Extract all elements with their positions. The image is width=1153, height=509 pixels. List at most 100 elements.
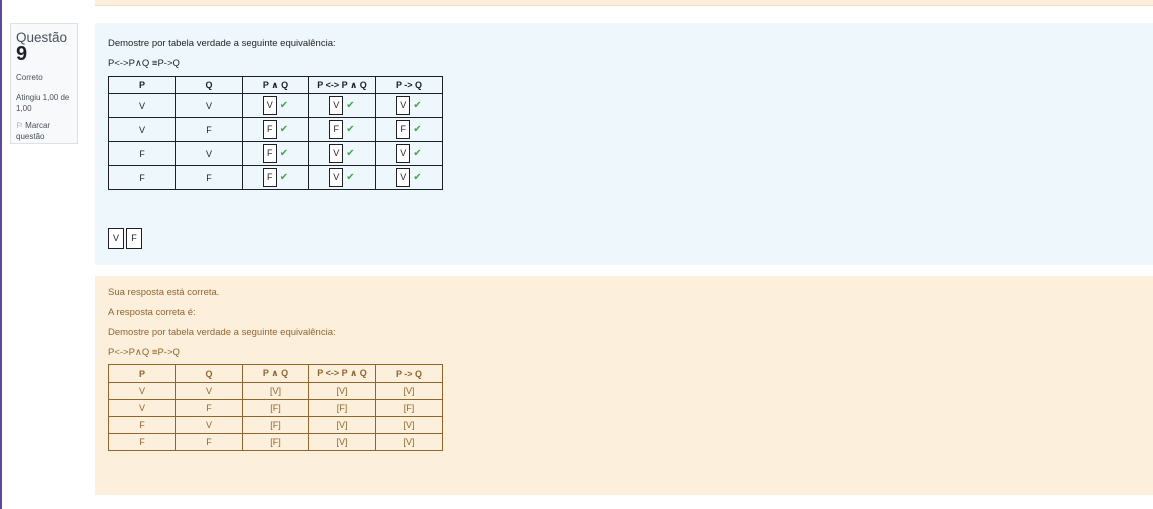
cell-implication: V ✔ [375, 165, 443, 190]
check-icon: ✔ [413, 100, 422, 111]
table-row: F V [F] [V] [V] [108, 416, 443, 434]
cell-implication: F ✔ [375, 117, 443, 142]
table-row: F F F ✔ V ✔ V ✔ [108, 165, 443, 190]
drag-item-f[interactable]: F [126, 228, 142, 249]
check-icon: ✔ [413, 148, 422, 159]
drop-box[interactable]: F [262, 144, 277, 163]
cell-p: V [108, 399, 176, 417]
cell-p: F [108, 433, 176, 451]
check-icon: ✔ [279, 148, 289, 159]
cell-q: F [175, 433, 243, 451]
cell-implication: V ✔ [375, 93, 443, 118]
correct-message: Sua resposta está correta. [108, 287, 220, 298]
drop-box[interactable]: V [329, 144, 344, 163]
drop-box[interactable]: V [329, 168, 344, 187]
drop-box[interactable]: F [262, 168, 277, 187]
left-accent-bar [0, 0, 2, 509]
header-implication: P -> Q [375, 76, 443, 94]
cell-p: V [108, 382, 176, 400]
table-row: V F F ✔ F ✔ F ✔ [108, 117, 443, 142]
cell-p-and-q: F ✔ [242, 141, 309, 166]
cell-p-and-q: [F] [242, 399, 309, 417]
flag-icon: ⚐ [16, 121, 24, 130]
truth-table-header-row: P Q P ∧ Q P <-> P ∧ Q P -> Q [108, 76, 443, 94]
header-q: Q [175, 364, 243, 383]
table-row: V V [V] [V] [V] [108, 382, 443, 400]
cell-implication: V ✔ [375, 141, 443, 166]
question-equivalence: P<->P∧Q ≡P->Q [108, 58, 180, 69]
cell-biconditional: V ✔ [308, 141, 376, 166]
cell-p: V [108, 117, 176, 142]
drop-box[interactable]: F [262, 120, 277, 139]
question-prompt: Demostre por tabela verdade a seguinte e… [108, 38, 336, 49]
drop-box[interactable]: F [329, 120, 344, 139]
cell-q: V [175, 382, 243, 400]
flag-question-link[interactable]: ⚐ Marcar questão [16, 120, 72, 142]
cell-q: F [175, 117, 243, 142]
cell-p: F [108, 141, 176, 166]
check-icon: ✔ [346, 100, 355, 111]
table-row: V V V ✔ V ✔ V ✔ [108, 93, 443, 118]
check-icon: ✔ [346, 124, 355, 135]
cell-p: V [108, 93, 176, 118]
header-p: P [108, 76, 176, 94]
cell-biconditional: F ✔ [308, 117, 376, 142]
answer-table-header-row: P Q P ∧ Q P <-> P ∧ Q P -> Q [108, 364, 443, 383]
header-implication: P -> Q [375, 364, 443, 383]
right-answer-label: A resposta correta é: [108, 307, 196, 318]
cell-q: V [175, 416, 243, 434]
cell-biconditional: [F] [308, 399, 376, 417]
drop-box[interactable]: V [396, 96, 411, 115]
header-p-and-q: P ∧ Q [242, 364, 309, 383]
cell-implication: [V] [375, 382, 443, 400]
cell-p-and-q: F ✔ [242, 165, 309, 190]
cell-biconditional: V ✔ [308, 93, 376, 118]
check-icon: ✔ [346, 148, 355, 159]
cell-p-and-q: F ✔ [242, 117, 309, 142]
check-icon: ✔ [279, 124, 289, 135]
table-row: F V F ✔ V ✔ V ✔ [108, 141, 443, 166]
cell-implication: [F] [375, 399, 443, 417]
question-number: 9 [16, 43, 28, 65]
check-icon: ✔ [279, 100, 289, 111]
cell-biconditional: [V] [308, 433, 376, 451]
cell-implication: [V] [375, 416, 443, 434]
cell-q: F [175, 165, 243, 190]
check-icon: ✔ [279, 172, 289, 183]
cell-p-and-q: [F] [242, 433, 309, 451]
cell-q: F [175, 399, 243, 417]
question-formulation: Demostre por tabela verdade a seguinte e… [95, 23, 1153, 265]
table-row: F F [F] [V] [V] [108, 433, 443, 451]
drag-items-palette: VF [108, 228, 144, 249]
check-icon: ✔ [413, 124, 422, 135]
previous-question-strip [95, 0, 1153, 6]
question-grade: Atingiu 1,00 de 1,00 [16, 93, 70, 113]
drag-item-v[interactable]: V [108, 228, 124, 249]
cell-biconditional: [V] [308, 382, 376, 400]
question-info-panel: Questão 9 Correto Atingiu 1,00 de 1,00 ⚐… [10, 23, 78, 144]
cell-q: V [175, 93, 243, 118]
header-biconditional: P <-> P ∧ Q [308, 76, 376, 94]
table-row: V F [F] [F] [F] [108, 399, 443, 417]
drop-box[interactable]: V [396, 168, 411, 187]
drop-box[interactable]: V [262, 96, 277, 115]
question-state: Correto [16, 73, 43, 82]
feedback-panel: Sua resposta está correta. A resposta co… [95, 276, 1153, 495]
cell-q: V [175, 141, 243, 166]
cell-biconditional: [V] [308, 416, 376, 434]
header-p-and-q: P ∧ Q [242, 76, 309, 94]
header-q: Q [175, 76, 243, 94]
header-p: P [108, 364, 176, 383]
drop-box[interactable]: V [396, 144, 411, 163]
drop-box[interactable]: F [396, 120, 411, 139]
check-icon: ✔ [413, 172, 422, 183]
cell-p: F [108, 165, 176, 190]
drop-box[interactable]: V [329, 96, 344, 115]
cell-p: F [108, 416, 176, 434]
answer-table: P Q P ∧ Q P <-> P ∧ Q P -> Q V V [V] [V]… [108, 364, 443, 451]
cell-p-and-q: [F] [242, 416, 309, 434]
cell-biconditional: V ✔ [308, 165, 376, 190]
cell-p-and-q: [V] [242, 382, 309, 400]
feedback-prompt: Demostre por tabela verdade a seguinte e… [108, 327, 336, 338]
truth-table: P Q P ∧ Q P <-> P ∧ Q P -> Q V V V ✔ V ✔ V… [108, 76, 443, 190]
